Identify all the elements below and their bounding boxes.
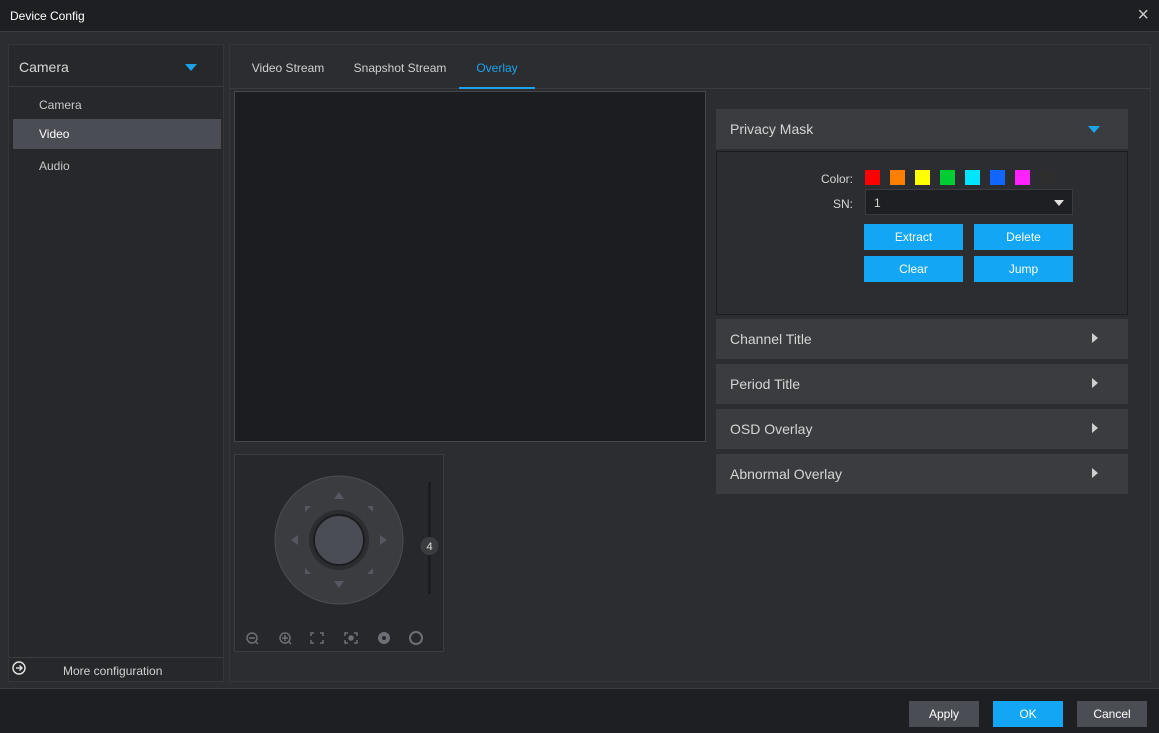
jump-button[interactable]: Jump	[974, 256, 1073, 282]
focus-far-icon[interactable]	[344, 632, 358, 644]
focus-near-icon[interactable]	[310, 632, 324, 644]
sidebar-item-camera[interactable]: Camera	[13, 90, 221, 120]
color-swatch[interactable]	[915, 170, 930, 185]
ok-button[interactable]: OK	[993, 701, 1063, 727]
period-title-label: Period Title	[730, 376, 801, 392]
ptz-speed-value: 4	[426, 541, 432, 553]
color-swatch[interactable]	[1040, 170, 1055, 185]
device-type-dropdown[interactable]: Camera	[9, 45, 223, 87]
sn-label: SN:	[832, 197, 853, 211]
device-type-label: Camera	[19, 59, 69, 75]
extract-button[interactable]: Extract	[864, 224, 963, 250]
color-swatch[interactable]	[1015, 170, 1030, 185]
color-swatch[interactable]	[990, 170, 1005, 185]
tab-bar: Video Stream Snapshot Stream Overlay	[230, 45, 1150, 89]
sn-select-value: 1	[874, 196, 881, 210]
zoom-out-icon[interactable]	[246, 632, 259, 645]
close-icon[interactable]: ×	[1137, 4, 1149, 26]
tab-snapshot-stream[interactable]: Snapshot Stream	[344, 45, 456, 89]
chevron-down-icon	[185, 64, 197, 71]
chevron-down-icon	[1088, 126, 1100, 133]
chevron-right-icon	[1092, 378, 1098, 388]
sidebar: Camera Camera Video Audio More configura…	[8, 44, 224, 682]
main-panel: Video Stream Snapshot Stream Overlay 4 P…	[229, 44, 1151, 682]
ptz-speed-slider[interactable]	[420, 482, 439, 594]
cancel-button[interactable]: Cancel	[1077, 701, 1147, 727]
more-configuration-label: More configuration	[63, 664, 163, 678]
sidebar-item-audio[interactable]: Audio	[13, 151, 221, 181]
chevron-right-icon	[1092, 423, 1098, 433]
more-configuration-link[interactable]: More configuration	[9, 657, 223, 681]
osd-overlay-header[interactable]: OSD Overlay	[716, 409, 1128, 449]
abnormal-overlay-header[interactable]: Abnormal Overlay	[716, 454, 1128, 494]
window-title: Device Config	[10, 9, 85, 23]
delete-button[interactable]: Delete	[974, 224, 1073, 250]
color-swatch[interactable]	[865, 170, 880, 185]
iris-close-icon[interactable]	[409, 631, 423, 645]
privacy-mask-title: Privacy Mask	[730, 121, 814, 137]
privacy-mask-header[interactable]: Privacy Mask	[716, 109, 1128, 149]
chevron-down-icon	[1054, 200, 1064, 206]
video-preview[interactable]	[234, 91, 706, 442]
color-swatch[interactable]	[940, 170, 955, 185]
abnormal-overlay-label: Abnormal Overlay	[730, 466, 843, 482]
tab-video-stream[interactable]: Video Stream	[232, 45, 344, 89]
title-bar: Device Config ×	[0, 0, 1159, 32]
color-swatch[interactable]	[890, 170, 905, 185]
color-swatch[interactable]	[965, 170, 980, 185]
channel-title-header[interactable]: Channel Title	[716, 319, 1128, 359]
apply-button[interactable]: Apply	[909, 701, 979, 727]
sn-select[interactable]: 1	[865, 189, 1073, 215]
period-title-header[interactable]: Period Title	[716, 364, 1128, 404]
tab-overlay[interactable]: Overlay	[459, 45, 535, 89]
iris-open-icon[interactable]	[378, 632, 390, 644]
sidebar-item-video[interactable]: Video	[13, 119, 221, 149]
channel-title-label: Channel Title	[730, 331, 812, 347]
link-icon	[12, 661, 26, 675]
footer-bar: Apply OK Cancel	[0, 688, 1159, 733]
privacy-mask-body: Color: SN: 1 Extract Delete Clear Jump	[716, 151, 1128, 315]
zoom-in-icon[interactable]	[279, 632, 292, 645]
chevron-right-icon	[1092, 468, 1098, 478]
ptz-control: 4	[234, 454, 444, 652]
color-label: Color:	[820, 172, 853, 186]
osd-overlay-label: OSD Overlay	[730, 421, 813, 437]
chevron-right-icon	[1092, 333, 1098, 343]
clear-button[interactable]: Clear	[864, 256, 963, 282]
